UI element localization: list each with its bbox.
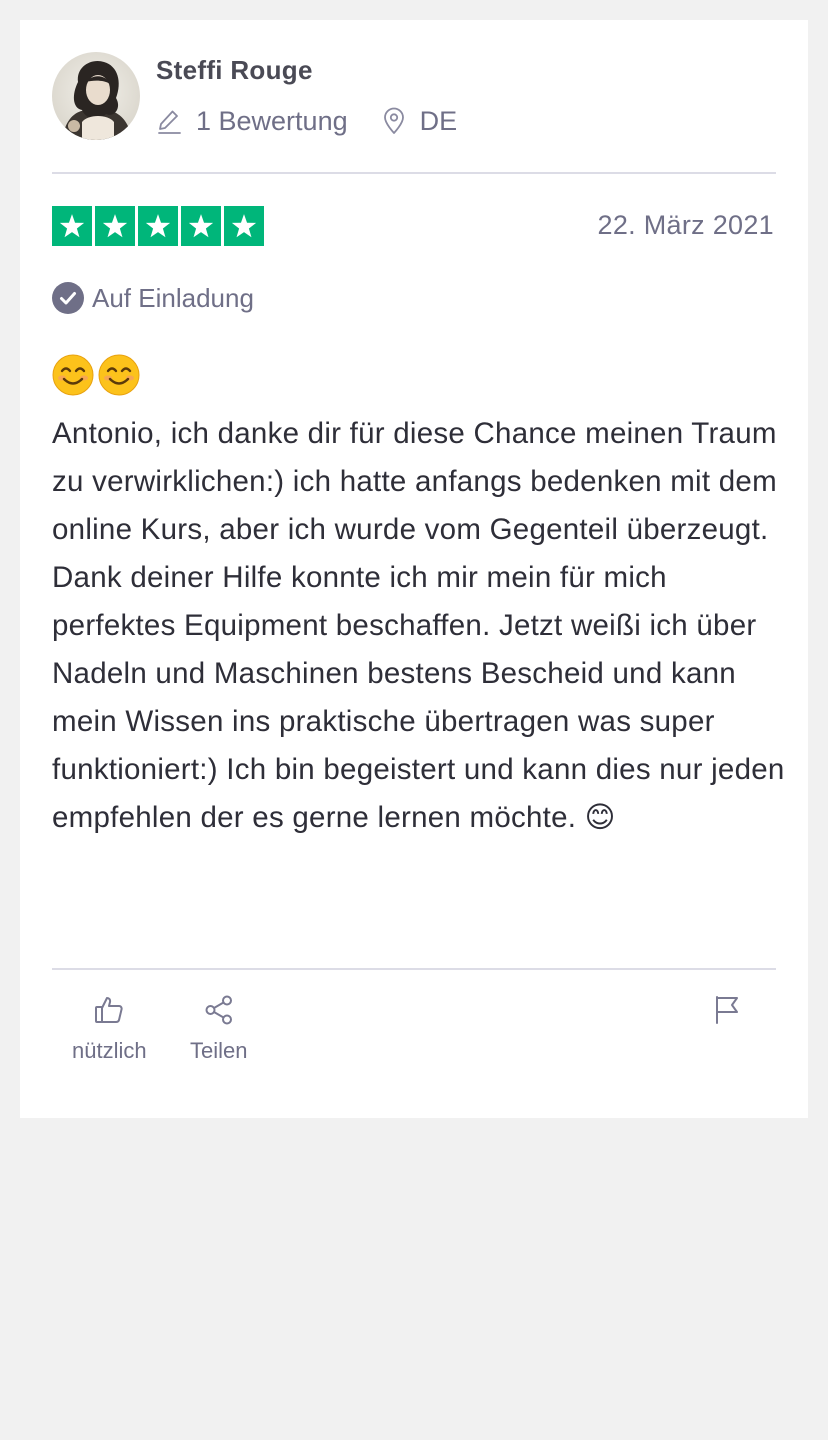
useful-button[interactable]: nützlich [72,990,147,1064]
check-circle-icon [52,282,84,314]
flag-icon [712,990,742,1030]
review-title [52,354,140,401]
smiley-emoji-icon [52,354,94,401]
star-icon [224,206,264,246]
useful-label: nützlich [72,1038,147,1063]
review-card: Steffi Rouge 1 Bewertung DE 22. März 202… [20,20,808,1118]
reviewer-country: DE [419,105,458,136]
location-pin-icon [382,107,406,135]
share-icon [203,990,235,1030]
star-icon [181,206,221,246]
footer-divider [52,968,776,970]
share-label: Teilen [190,1038,248,1063]
pencil-icon [156,108,182,134]
header-divider [52,172,776,174]
reviewer-meta: 1 Bewertung DE [156,104,457,138]
share-button[interactable]: Teilen [190,990,247,1064]
verification-badge: Auf Einladung [52,282,254,314]
review-actions: nützlich Teilen [52,990,776,1090]
review-count: 1 Bewertung [196,105,348,136]
review-text-content: Antonio, ich danke dir für diese Chance … [52,417,785,834]
smiley-emoji-icon [98,354,140,401]
star-icon [138,206,178,246]
review-date: 22. März 2021 [597,210,774,240]
star-icon [95,206,135,246]
star-rating [52,206,264,246]
review-text: Antonio, ich danke dir für diese Chance … [52,410,792,842]
report-flag-button[interactable] [712,990,742,1030]
avatar[interactable] [52,52,140,140]
reviewer-name[interactable]: Steffi Rouge [156,55,313,86]
verification-label: Auf Einladung [92,282,254,313]
star-icon [52,206,92,246]
thumbs-up-icon [93,990,125,1030]
